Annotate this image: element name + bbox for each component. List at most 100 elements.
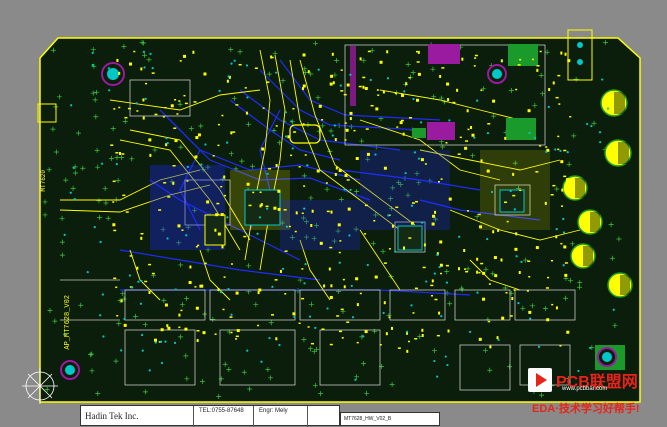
smd-pad [113,277,117,280]
smd-pad [457,153,461,155]
smd-pad [500,258,503,262]
via [405,330,409,333]
smd-pad [417,50,420,54]
via [141,349,144,352]
smd-pad [220,213,224,217]
via [317,68,320,71]
smd-pad [273,206,277,210]
smd-pad [374,275,378,279]
smd-pad [113,108,116,110]
via [63,233,66,236]
smd-pad [244,87,247,89]
smd-pad [170,104,174,108]
smd-pad [344,122,347,124]
smd-pad [339,240,342,242]
smd-pad [561,205,564,207]
via [517,302,520,305]
smd-pad [279,269,282,273]
smd-pad [183,54,187,58]
smd-pad [441,67,445,69]
capacitor[interactable] [570,243,596,269]
smd-pad [204,262,207,265]
smd-pad [364,86,368,90]
smd-pad [373,219,376,222]
via [284,135,288,138]
smd-pad [248,204,252,207]
smd-pad [422,266,426,269]
smd-pad [482,271,486,275]
via [285,225,288,228]
via [108,89,111,92]
via [115,162,118,166]
smd-pad [376,89,379,91]
smd-pad [403,246,406,250]
via [186,165,189,169]
smd-pad [391,326,394,330]
smd-pad [463,248,466,252]
via [102,335,105,338]
smd-pad [445,142,448,144]
via [386,77,390,80]
smd-pad [396,126,399,128]
smd-pad [349,111,353,115]
smd-pad [261,147,265,151]
smd-pad [527,109,531,113]
company-name: Hadin Tek Inc. [85,411,139,421]
smd-pad [552,81,555,85]
smd-pad [344,174,348,178]
smd-pad [432,214,436,218]
capacitor[interactable] [577,209,603,235]
smd-pad [501,316,505,320]
via [100,162,104,165]
via [218,89,221,92]
via [606,107,610,110]
smd-pad [287,135,291,139]
smd-pad [252,191,255,194]
smd-pad [344,139,347,141]
smd-pad [511,297,514,301]
smd-pad [386,50,389,54]
smd-pad [310,342,314,345]
smd-pad [514,247,518,251]
via [513,208,516,211]
smd-pad [284,250,288,252]
via [107,67,110,70]
smd-pad [474,57,477,59]
via [601,78,604,81]
smd-pad [544,201,547,205]
via [271,285,274,288]
smd-pad [338,169,342,173]
smd-pad [321,118,324,121]
smd-pad [517,64,521,66]
smd-pad [124,116,128,119]
via [99,314,102,317]
via [545,150,548,153]
smd-pad [461,57,464,61]
smd-pad [408,76,411,79]
smd-pad [559,345,562,347]
smd-pad [420,158,424,162]
via [410,304,413,307]
smd-pad [388,316,391,319]
capacitor[interactable] [607,272,633,298]
smd-pad [560,242,563,245]
smd-pad [459,136,462,139]
via [154,341,157,344]
usb-hub-chip[interactable] [499,189,525,213]
smd-pad [298,166,301,168]
via [351,316,355,319]
smd-pad [266,81,270,83]
smd-pad [188,281,192,285]
smd-pad [337,223,341,227]
smd-pad [564,52,567,56]
smd-pad [515,232,518,236]
via [308,315,312,318]
capacitor[interactable] [604,139,632,167]
smd-pad [349,117,352,121]
smd-pad [512,194,516,197]
via [528,131,531,135]
via [458,235,461,238]
via [369,78,372,82]
capacitor[interactable] [600,89,628,117]
smd-pad [325,182,328,184]
